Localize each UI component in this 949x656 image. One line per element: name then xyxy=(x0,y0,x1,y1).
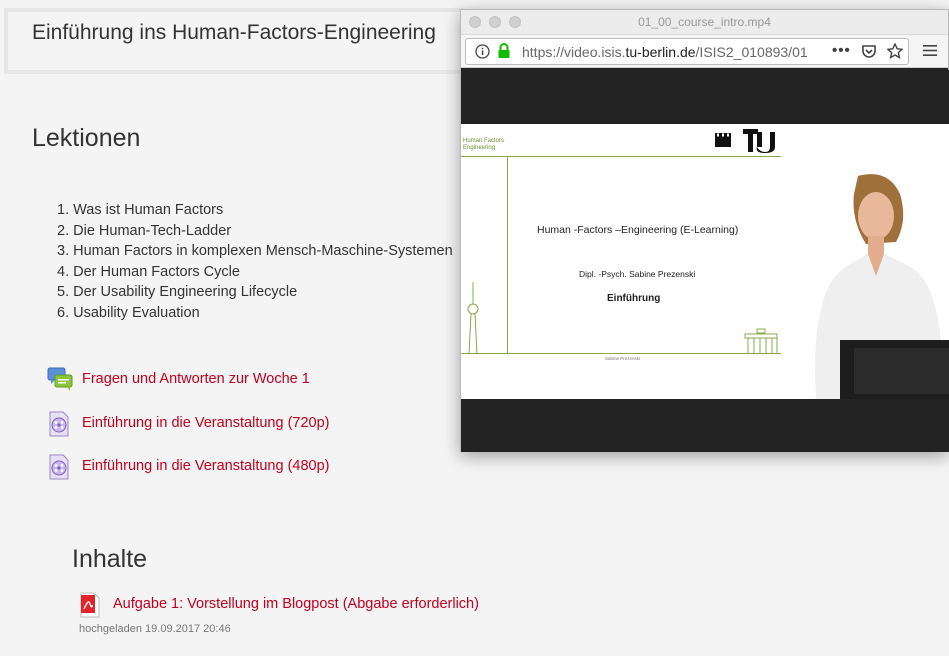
activity-video-720p[interactable]: Einführung in die Veranstaltung (720p) xyxy=(47,411,329,437)
slide-subtitle: Einführung xyxy=(607,293,661,304)
video-file-icon xyxy=(47,411,71,437)
lock-icon[interactable] xyxy=(497,43,511,62)
brandenburg-gate-drawing xyxy=(744,328,778,354)
lesson-item: 2. Die Human-Tech-Ladder xyxy=(57,222,232,239)
slide-logo-text: Human Factors Engineering xyxy=(463,138,505,151)
lesson-item: 3. Human Factors in komplexen Mensch-Mas… xyxy=(57,243,453,259)
lecture-slide: Human Factors Engineering Human -Factors… xyxy=(461,124,949,399)
upload-date: hochgeladen 19.09.2017 20:46 xyxy=(79,623,231,635)
lesson-item: 1. Was ist Human Factors xyxy=(57,202,224,218)
pdf-icon xyxy=(78,592,102,618)
course-title: Einführung ins Human-Factors-Engineering xyxy=(32,21,436,44)
more-icon[interactable]: ••• xyxy=(832,43,851,58)
video-480p-link[interactable]: Einführung in die Veranstaltung (480p) xyxy=(82,458,329,474)
forum-icon xyxy=(47,367,73,391)
assignment-link[interactable]: Aufgabe 1: Vorstellung im Blogpost (Abga… xyxy=(113,596,479,612)
slide-title: Human -Factors –Engineering (E-Learning) xyxy=(537,224,739,236)
tu-logo xyxy=(743,129,777,158)
popup-titlebar[interactable]: 01_00_course_intro.mp4 xyxy=(461,10,948,35)
url-bar[interactable]: https://video.isis.tu-berlin.de/ISIS2_01… xyxy=(465,38,909,65)
video-player[interactable]: Human Factors Engineering Human -Factors… xyxy=(461,70,949,452)
lesson-item: 5. Der Usability Engineering Lifecycle xyxy=(57,284,298,300)
url-text: https://video.isis.tu-berlin.de/ISIS2_01… xyxy=(522,44,808,60)
tv-tower-drawing xyxy=(467,282,479,354)
slide-author: Dipl. -Psych. Sabine Prezenski xyxy=(579,269,696,279)
activity-video-480p[interactable]: Einführung in die Veranstaltung (480p) xyxy=(47,454,329,480)
lesson-item: 6. Usability Evaluation xyxy=(57,304,200,321)
activity-assignment[interactable]: Aufgabe 1: Vorstellung im Blogpost (Abga… xyxy=(78,592,479,618)
info-icon[interactable] xyxy=(475,44,490,62)
hamburger-menu-icon[interactable] xyxy=(923,44,937,60)
lessons-heading: Lektionen xyxy=(32,124,141,152)
video-file-icon xyxy=(47,454,71,480)
contents-heading: Inhalte xyxy=(72,545,148,573)
pocket-icon[interactable] xyxy=(861,44,877,62)
browser-toolbar: https://video.isis.tu-berlin.de/ISIS2_01… xyxy=(461,35,948,68)
video-popup-window: 01_00_course_intro.mp4 https://video.isi… xyxy=(460,9,949,452)
lesson-item: 4. Der Human Factors Cycle xyxy=(57,263,240,280)
lessons-list: 1. Was ist Human Factors 2. Die Human-Te… xyxy=(57,200,453,323)
video-720p-link[interactable]: Einführung in die Veranstaltung (720p) xyxy=(82,415,329,431)
activity-forum[interactable]: Fragen und Antworten zur Woche 1 xyxy=(47,367,310,391)
forum-link[interactable]: Fragen und Antworten zur Woche 1 xyxy=(82,371,310,387)
bookmark-star-icon[interactable] xyxy=(886,42,904,62)
clapperboard-icon xyxy=(714,132,732,153)
slide-footer: Sabine Prezenski xyxy=(605,356,641,361)
window-title: 01_00_course_intro.mp4 xyxy=(638,15,771,29)
presenter-video xyxy=(815,174,949,399)
